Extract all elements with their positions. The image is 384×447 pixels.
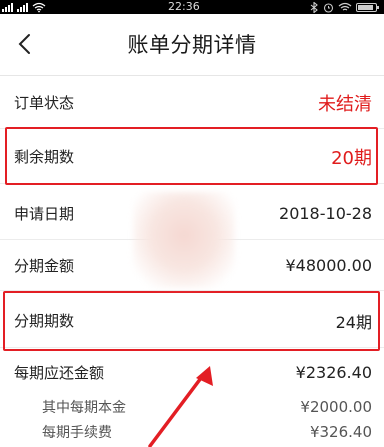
- signal-indicators: [0, 0, 54, 14]
- annotation-arrow-icon: [148, 366, 213, 447]
- installment-periods-value: 24期: [335, 312, 372, 332]
- battery-icon: [356, 2, 379, 12]
- apply-date-value: 2018-10-28: [279, 204, 372, 223]
- row-installment-periods: 分期期数 24期: [0, 294, 384, 348]
- row-order-status: 订单状态 未结清: [0, 77, 384, 129]
- nav-bar: 账单分期详情: [0, 14, 384, 76]
- signal-bars-icon: [2, 2, 46, 12]
- remaining-periods-label: 剩余期数: [14, 148, 75, 166]
- order-status-value: 未结清: [318, 93, 372, 115]
- remaining-periods-value: 20期: [331, 147, 372, 169]
- payment-per-period-label: 每期应还金额: [14, 363, 105, 382]
- alarm-icon: [323, 2, 334, 13]
- payment-per-period-value: ¥2326.40: [295, 362, 372, 382]
- wifi-icon: [338, 2, 352, 10]
- apply-date-label: 申请日期: [14, 205, 75, 223]
- status-time: 22:36: [168, 0, 200, 13]
- status-bar: 22:36: [0, 0, 384, 14]
- installment-amount-label: 分期金额: [14, 257, 75, 275]
- blurred-image-patch: [133, 192, 235, 288]
- page-title: 账单分期详情: [127, 33, 257, 57]
- principal-label: 其中每期本金: [42, 400, 126, 416]
- order-status-label: 订单状态: [14, 94, 75, 112]
- fee-value: ¥326.40: [309, 423, 372, 441]
- row-remaining-periods: 剩余期数 20期: [0, 130, 384, 184]
- installment-periods-label: 分期期数: [14, 312, 75, 330]
- status-icons: [309, 0, 380, 14]
- bluetooth-icon: [310, 1, 318, 13]
- fee-label: 每期手续费: [42, 425, 112, 441]
- principal-value: ¥2000.00: [300, 398, 372, 416]
- installment-amount-value: ¥48000.00: [285, 256, 372, 275]
